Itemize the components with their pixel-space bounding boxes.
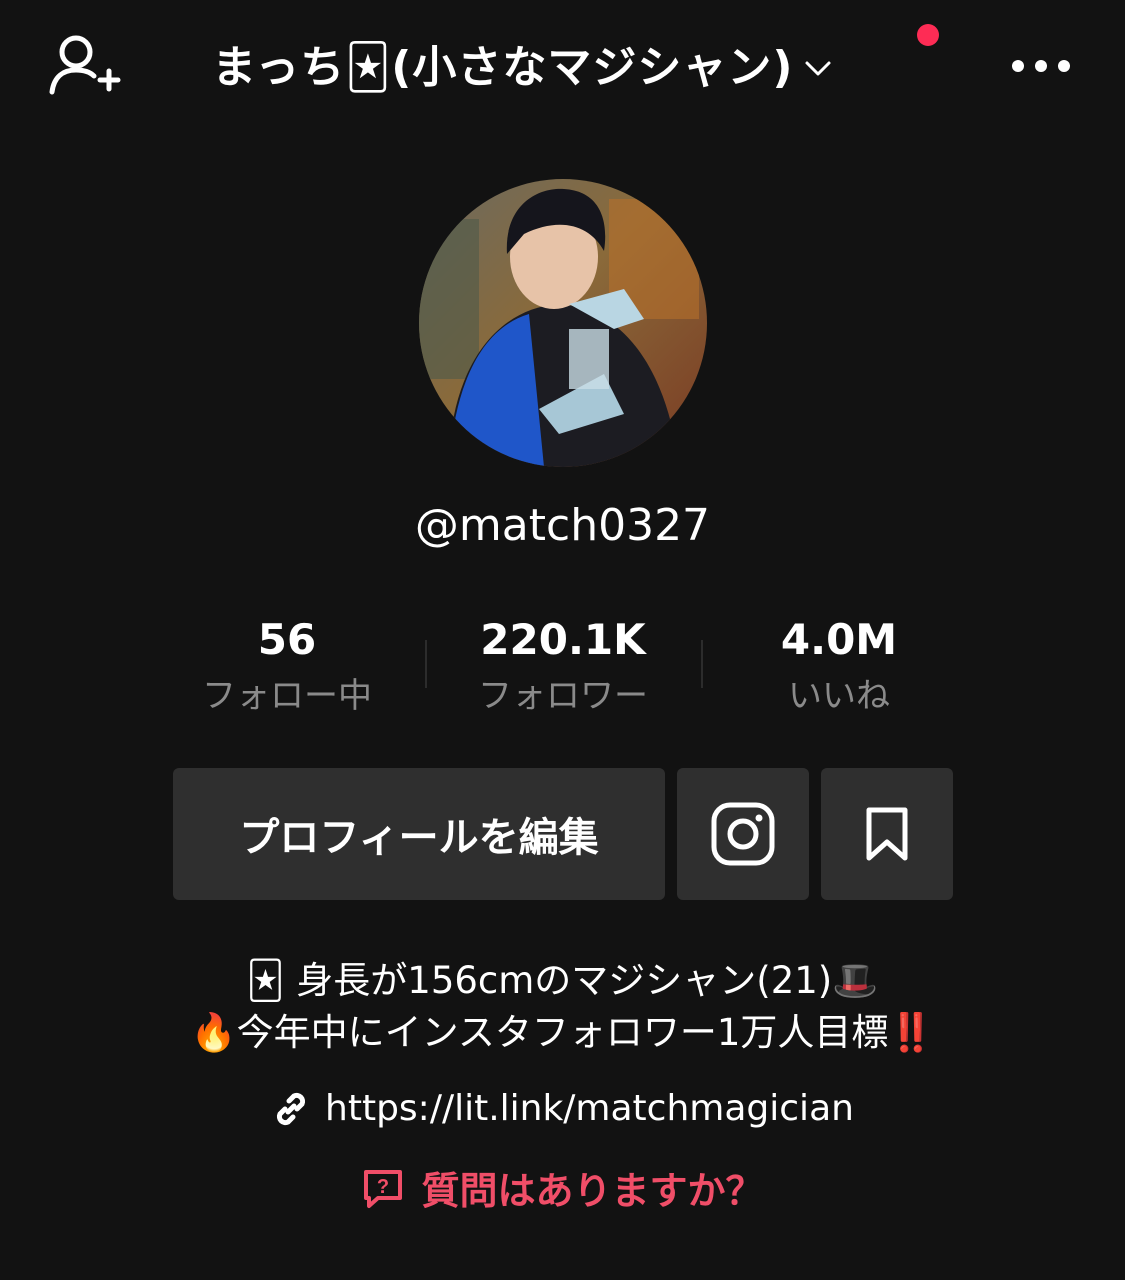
question-bubble-icon: ? [364,1169,403,1208]
more-options-icon[interactable] [1006,46,1076,86]
edit-profile-button[interactable]: プロフィールを編集 [173,768,665,900]
link-icon [277,1092,306,1125]
followers-stat[interactable]: 220.1K フォロワー [448,612,678,720]
instagram-icon [711,802,775,866]
top-bar: まっち🃏(小さなマジシャン) [0,0,1125,130]
likes-label: いいね [788,676,890,716]
bio-link-url: https://lit.link/matchmagician [325,1088,854,1129]
stat-divider [425,640,427,688]
account-title: まっち🃏(小さなマジシャン) [212,42,794,93]
username-handle: @match0327 [414,500,711,551]
avatar[interactable] [419,179,707,467]
qa-button[interactable]: ? 質問はありますか？ [0,1160,1125,1215]
bio: 🃏 身長が156cmのマジシャン(21)🎩 🔥今年中にインスタフォロワー1万人目… [0,955,1125,1059]
account-switcher[interactable]: まっち🃏(小さなマジシャン) [212,28,835,98]
bio-line-2: 🔥今年中にインスタフォロワー1万人目標‼️ [190,1011,935,1054]
bookmark-button[interactable] [821,768,953,900]
following-count: 56 [257,615,317,664]
following-stat[interactable]: 56 フォロー中 [172,612,402,720]
stat-divider [701,640,703,688]
svg-text:?: ? [377,1176,389,1198]
bio-line-1: 🃏 身長が156cmのマジシャン(21)🎩 [246,959,879,1002]
notification-dot [917,24,939,46]
followers-count: 220.1K [480,615,646,664]
instagram-button[interactable] [677,768,809,900]
qa-label: 質問はありますか？ [421,1169,764,1213]
likes-stat[interactable]: 4.0M いいね [724,612,954,720]
bookmark-icon [866,807,908,861]
add-user-icon[interactable] [46,32,122,100]
bio-link[interactable]: https://lit.link/matchmagician [0,1088,1125,1129]
chevron-down-icon [805,61,831,76]
following-label: フォロー中 [202,676,372,716]
likes-count: 4.0M [780,615,898,664]
followers-label: フォロワー [478,676,648,716]
